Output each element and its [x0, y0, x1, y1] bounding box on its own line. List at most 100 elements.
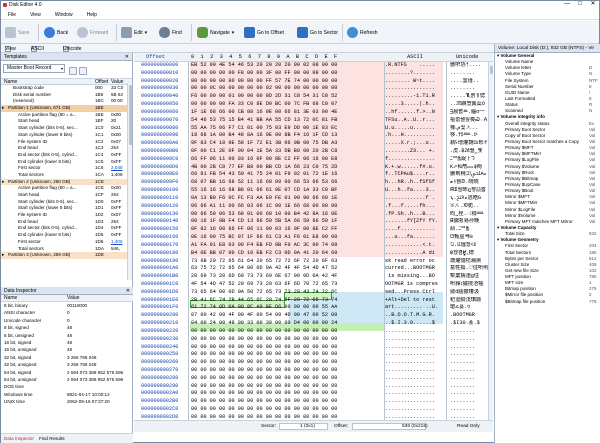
template-row[interactable]: ▸ Partition 1 (Unknown, 671 GB) 1BE [1, 105, 132, 112]
hex-ascii[interactable]: ................ [385, 344, 443, 352]
hex-row[interactable]: 000000000100 55 16 16 16 68 B8 01 66 61 0… [134, 187, 493, 195]
hex-row[interactable]: 0000000002C0 00 00 00 00 00 00 00 00 00 0… [134, 406, 493, 414]
hex-ascii[interactable]: .h...H.......... [385, 132, 443, 140]
hex-unicode[interactable]: ........ [450, 383, 490, 391]
hex-ascii[interactable]: ..$.I.3.0......$ [385, 320, 443, 328]
hex-unicode[interactable]: ........ [450, 70, 490, 78]
hex-ascii[interactable]: ............A di [385, 250, 443, 258]
go-to-sector-button[interactable]: Go to Sector [297, 23, 338, 42]
collapse-toggle-icon[interactable]: ▸ [2, 252, 4, 259]
template-row[interactable]: End sector (bits 0-5), cylind... 1D4 0xFF [1, 225, 132, 232]
template-row[interactable]: Active partition flag (80 = a... 1CE 0x00 [1, 185, 132, 192]
hex-unicode[interactable]: 呏䝍⁒獩挠浯牰 [450, 281, 490, 289]
hex-unicode[interactable]: ........ [450, 398, 490, 406]
template-row[interactable]: Start cylinder (bits 0-5), sec... 1C0 0x21 [1, 125, 132, 132]
hex-unicode[interactable]: ........ [450, 390, 490, 398]
template-row[interactable]: End cylinder (lower 8 bits) 1D5 0xFF [1, 232, 132, 239]
tab-find-results[interactable]: Find Results [39, 434, 65, 443]
hex-ascii[interactable]: ................ [385, 367, 443, 375]
hex-unicode[interactable]: 檪ڥ쇷.ͤ... [450, 125, 490, 133]
hex-unicode[interactable]: 膁到䅐⑵ﶁĂᷲ [450, 171, 490, 179]
template-row[interactable]: First sector 1D6 1,406 [1, 239, 132, 246]
hex-row[interactable]: 000000000010 00 00 00 00 00 F8 00 00 3F 0… [134, 70, 493, 78]
template-row[interactable]: (reserved) 1BC 00 00 [1, 98, 132, 105]
hex-ascii[interactable]: ........Z3... +. [385, 148, 443, 156]
hex-unicode[interactable]: 删呎协†.... [450, 62, 490, 70]
hex-row[interactable]: 000000000250 00 00 00 00 00 00 00 00 00 0… [134, 351, 493, 359]
hex-ascii[interactable]: ....f........... [385, 226, 443, 234]
hex-ascii[interactable]: ............<.t. [385, 242, 443, 250]
edit-button[interactable]: Edit ▾ [121, 23, 147, 42]
hex-row[interactable]: 000000000050 00 00 00 00 FA 33 C0 8E D0 B… [134, 101, 493, 109]
hex-ascii[interactable]: .R.NTFS ..... [385, 62, 443, 70]
hex-row[interactable]: 000000000260 00 00 00 00 00 00 00 00 00 0… [134, 359, 493, 367]
close-icon[interactable]: ✕ [125, 53, 129, 61]
hex-ascii[interactable]: ...u...fa....... [385, 234, 443, 242]
hex-row[interactable]: 0000000000A0 9F 83 C4 18 9E 58 1F 72 E1 3… [134, 140, 493, 148]
hex-ascii[interactable]: .fP.Sh..h...B... [385, 211, 443, 219]
hex-unicode[interactable]: 畣牲摥.ਂ佂呏則 [450, 265, 490, 273]
hex-row[interactable]: 000000000230 00 00 00 00 00 00 00 00 00 0… [134, 336, 493, 344]
hex-unicode[interactable]: ฿޻촀곂ਊ⁁楤 [450, 250, 490, 258]
template-apply-icon[interactable] [79, 67, 87, 75]
hex-unicode[interactable]: ........ [450, 328, 490, 336]
hex-row[interactable]: 000000000180 B4 0E BB 07 00 CD 10 EB F2 C… [134, 250, 493, 258]
hex-row[interactable]: 000000000090 18 68 1A 00 B4 48 8A 16 0E 0… [134, 132, 493, 140]
navigate-button[interactable]: Navigate ▾ [197, 23, 234, 42]
template-row[interactable]: Start cylinder (lower 8 bits) 1D1 0xFF [1, 205, 132, 212]
hex-unicode[interactable]: .BOOTMGR [450, 312, 490, 320]
hex-row[interactable]: 0000000002B0 00 00 00 00 00 00 00 00 00 0… [134, 398, 493, 406]
hex-ascii[interactable]: h...hR..h..fSfSf [385, 179, 443, 187]
hex-unicode[interactable]: 歳爠慥⁤牥潲⁲捯 [450, 258, 490, 266]
save-button[interactable]: Save [5, 23, 29, 42]
hex-row[interactable]: 000000000130 00 66 50 06 53 68 01 00 68 1… [134, 211, 493, 219]
hex-row[interactable]: 0000000001A0 63 75 72 72 65 64 00 0D 0A 4… [134, 265, 493, 273]
hex-view[interactable]: Offset 0 1 2 3 4 5 6 7 8 9 A B C D E F A… [134, 53, 493, 420]
hex-unicode[interactable]: ........ [450, 85, 490, 93]
hex-ascii[interactable]: sed...Press Ctrl [385, 289, 443, 297]
hex-ascii[interactable]: ................ [385, 336, 443, 344]
hex-row[interactable]: 0000000001C0 4F 54 4D 47 52 20 69 73 20 6… [134, 281, 493, 289]
hex-ascii[interactable]: curred...BOOTMGR [385, 265, 443, 273]
hex-unicode[interactable]: ᘎ甀߼星쎡Ƕ [450, 234, 490, 242]
menu-file[interactable]: File [1, 10, 23, 20]
hex-row[interactable]: 0000000000D0 4B 00 2B C8 77 EF B8 00 BB C… [134, 164, 493, 172]
maximize-button[interactable]: □ [574, 1, 586, 9]
hex-row[interactable]: 000000000290 00 00 00 00 00 00 00 00 00 0… [134, 383, 493, 391]
template-row[interactable]: Active partition flag (80 = a... 1BE 0x00 [1, 112, 132, 119]
hex-ascii[interactable]: +Alt+Del to rest [385, 297, 443, 305]
hex-ascii[interactable]: ................ [385, 85, 443, 93]
hex-ascii[interactable]: ................ [385, 351, 443, 359]
hex-row[interactable]: 0000000000F0 68 07 BB 16 68 52 11 16 68 0… [134, 179, 493, 187]
template-row[interactable]: ▸ Partition 2 (Unknown, 260 GB) 1CE [1, 179, 132, 186]
close-icon[interactable]: ✕ [126, 287, 130, 295]
hex-ascii[interactable]: .......fY[ZfY fY. [385, 218, 443, 226]
hex-unicode[interactable]: 敳d਍牐獥⁳瑃汲 [450, 289, 490, 297]
hex-row[interactable]: 000000000210 04 00 24 00 49 00 33 00 30 0… [134, 320, 493, 328]
hex-row[interactable]: 000000000150 0F 82 16 00 66 FF 06 11 00 0… [134, 226, 493, 234]
view-dropdown[interactable]: View ▾ [5, 45, 8, 52]
hex-ascii[interactable]: art......... ..U. [385, 304, 443, 312]
hex-row[interactable]: 0000000001B0 20 69 73 20 6D 69 73 73 69 6… [134, 273, 493, 281]
template-select[interactable]: Master Boot Record ▾ [3, 64, 65, 73]
hex-ascii[interactable]: f..TCPAu$....r.. [385, 171, 443, 179]
hex-unicode[interactable]: ᙕᘖ뢸昁ฎ촇㌚뿀 [450, 187, 490, 195]
minimize-button[interactable]: — [561, 1, 573, 9]
menu-window[interactable]: Window [48, 10, 80, 20]
go-to-offset-button[interactable]: Go to Offset [244, 23, 284, 42]
hex-row[interactable]: 0000000000C0 66 FF 06 11 00 03 16 0F 00 8… [134, 156, 493, 164]
template-row[interactable]: End head 1D3 254 [1, 219, 132, 226]
template-row[interactable]: Total sectors 1DA 546, [1, 246, 132, 253]
hex-unicode[interactable]: 昀؀栓.ၨ䊴ᚊ [450, 211, 490, 219]
template-row[interactable]: Total sectors 1CA 1,406 [1, 172, 132, 179]
hex-unicode[interactable]: .....ⷒ좱ㅔ劈 [450, 93, 490, 101]
refresh-button[interactable]: Refresh [347, 23, 378, 42]
hex-unicode[interactable]: ᘀ讟췴易孙晚 [450, 218, 490, 226]
template-field-link[interactable]: 2,048 [111, 165, 123, 172]
hex-ascii[interactable]: TFSu..A..U..r... [385, 117, 443, 125]
template-row[interactable]: File system ID 1C2 0x07 [1, 139, 132, 146]
template-row[interactable]: ▸ Partition 3 (Unknown, 259 GB) 1DE [1, 252, 132, 259]
back-button[interactable]: Back [44, 23, 68, 42]
hex-row[interactable]: 000000000190 73 6B 20 72 65 61 64 20 65 7… [134, 258, 493, 266]
hex-ascii[interactable]: f............... [385, 156, 443, 164]
